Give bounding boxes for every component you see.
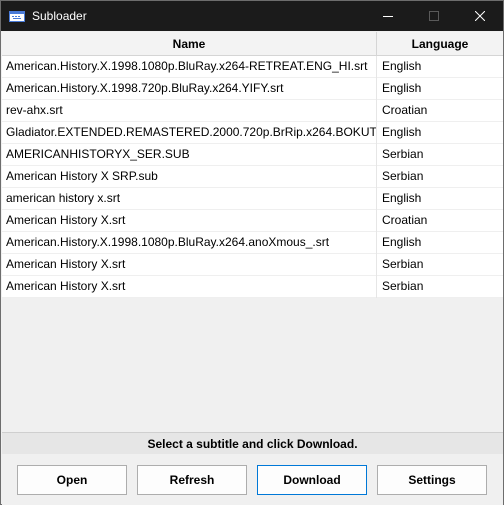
settings-button[interactable]: Settings <box>377 465 487 495</box>
cell-name: rev-ahx.srt <box>2 100 377 122</box>
window-controls <box>365 1 503 31</box>
cell-name: American.History.X.1998.720p.BluRay.x264… <box>2 78 377 100</box>
maximize-icon <box>429 11 439 21</box>
column-header-language[interactable]: Language <box>377 32 503 55</box>
cell-name: American.History.X.1998.1080p.BluRay.x26… <box>2 56 377 78</box>
table-header: Name Language <box>2 32 503 56</box>
cell-name: American History X.srt <box>2 254 377 276</box>
status-bar: Select a subtitle and click Download. <box>2 432 503 454</box>
cell-name: American.History.X.1998.1080p.BluRay.x26… <box>2 232 377 254</box>
button-bar: Open Refresh Download Settings <box>2 454 503 505</box>
title-bar[interactable]: Subloader <box>1 1 503 31</box>
download-button[interactable]: Download <box>257 465 367 495</box>
close-icon <box>475 11 485 21</box>
table-row[interactable]: American History X.srt Serbian <box>2 276 503 298</box>
window-title: Subloader <box>32 9 87 23</box>
table-row[interactable]: American History X.srt Serbian <box>2 254 503 276</box>
minimize-button[interactable] <box>365 1 411 31</box>
cell-language: Serbian <box>382 257 424 271</box>
refresh-button[interactable]: Refresh <box>137 465 247 495</box>
cell-name: American History X.srt <box>2 210 377 232</box>
app-window: Subloader Name Language American.History… <box>0 0 504 505</box>
maximize-button[interactable] <box>411 1 457 31</box>
table-row[interactable]: American History X.srt Croatian <box>2 210 503 232</box>
minimize-icon <box>383 16 393 17</box>
table-row[interactable]: American.History.X.1998.1080p.BluRay.x26… <box>2 232 503 254</box>
cell-name: AMERICANHISTORYX_SER.SUB <box>2 144 377 166</box>
table-row[interactable]: American.History.X.1998.720p.BluRay.x264… <box>2 78 503 100</box>
cell-name: american history x.srt <box>2 188 377 210</box>
table-row[interactable]: rev-ahx.srt Croatian <box>2 100 503 122</box>
cell-language: Serbian <box>382 279 424 293</box>
table-row[interactable]: American.History.X.1998.1080p.BluRay.x26… <box>2 56 503 78</box>
cell-language: Croatian <box>382 103 428 117</box>
cell-name: American History X SRP.sub <box>2 166 377 188</box>
cell-language: English <box>382 59 422 73</box>
cell-language: English <box>382 81 422 95</box>
keyboard-icon <box>9 10 25 22</box>
cell-name: American History X.srt <box>2 276 377 298</box>
table-row[interactable]: American History X SRP.sub Serbian <box>2 166 503 188</box>
cell-language: Croatian <box>382 213 428 227</box>
table-body: American.History.X.1998.1080p.BluRay.x26… <box>2 56 503 298</box>
cell-language: Serbian <box>382 169 424 183</box>
subtitle-table: Name Language American.History.X.1998.10… <box>2 32 503 430</box>
open-button[interactable]: Open <box>17 465 127 495</box>
table-row[interactable]: Gladiator.EXTENDED.REMASTERED.2000.720p.… <box>2 122 503 144</box>
cell-language: English <box>382 235 422 249</box>
table-row[interactable]: american history x.srt English <box>2 188 503 210</box>
cell-name: Gladiator.EXTENDED.REMASTERED.2000.720p.… <box>2 122 377 144</box>
table-row[interactable]: AMERICANHISTORYX_SER.SUB Serbian <box>2 144 503 166</box>
status-text: Select a subtitle and click Download. <box>147 436 358 451</box>
close-button[interactable] <box>457 1 503 31</box>
cell-language: English <box>382 125 422 139</box>
column-header-name[interactable]: Name <box>2 32 377 55</box>
cell-language: Serbian <box>382 147 424 161</box>
cell-language: English <box>382 191 422 205</box>
